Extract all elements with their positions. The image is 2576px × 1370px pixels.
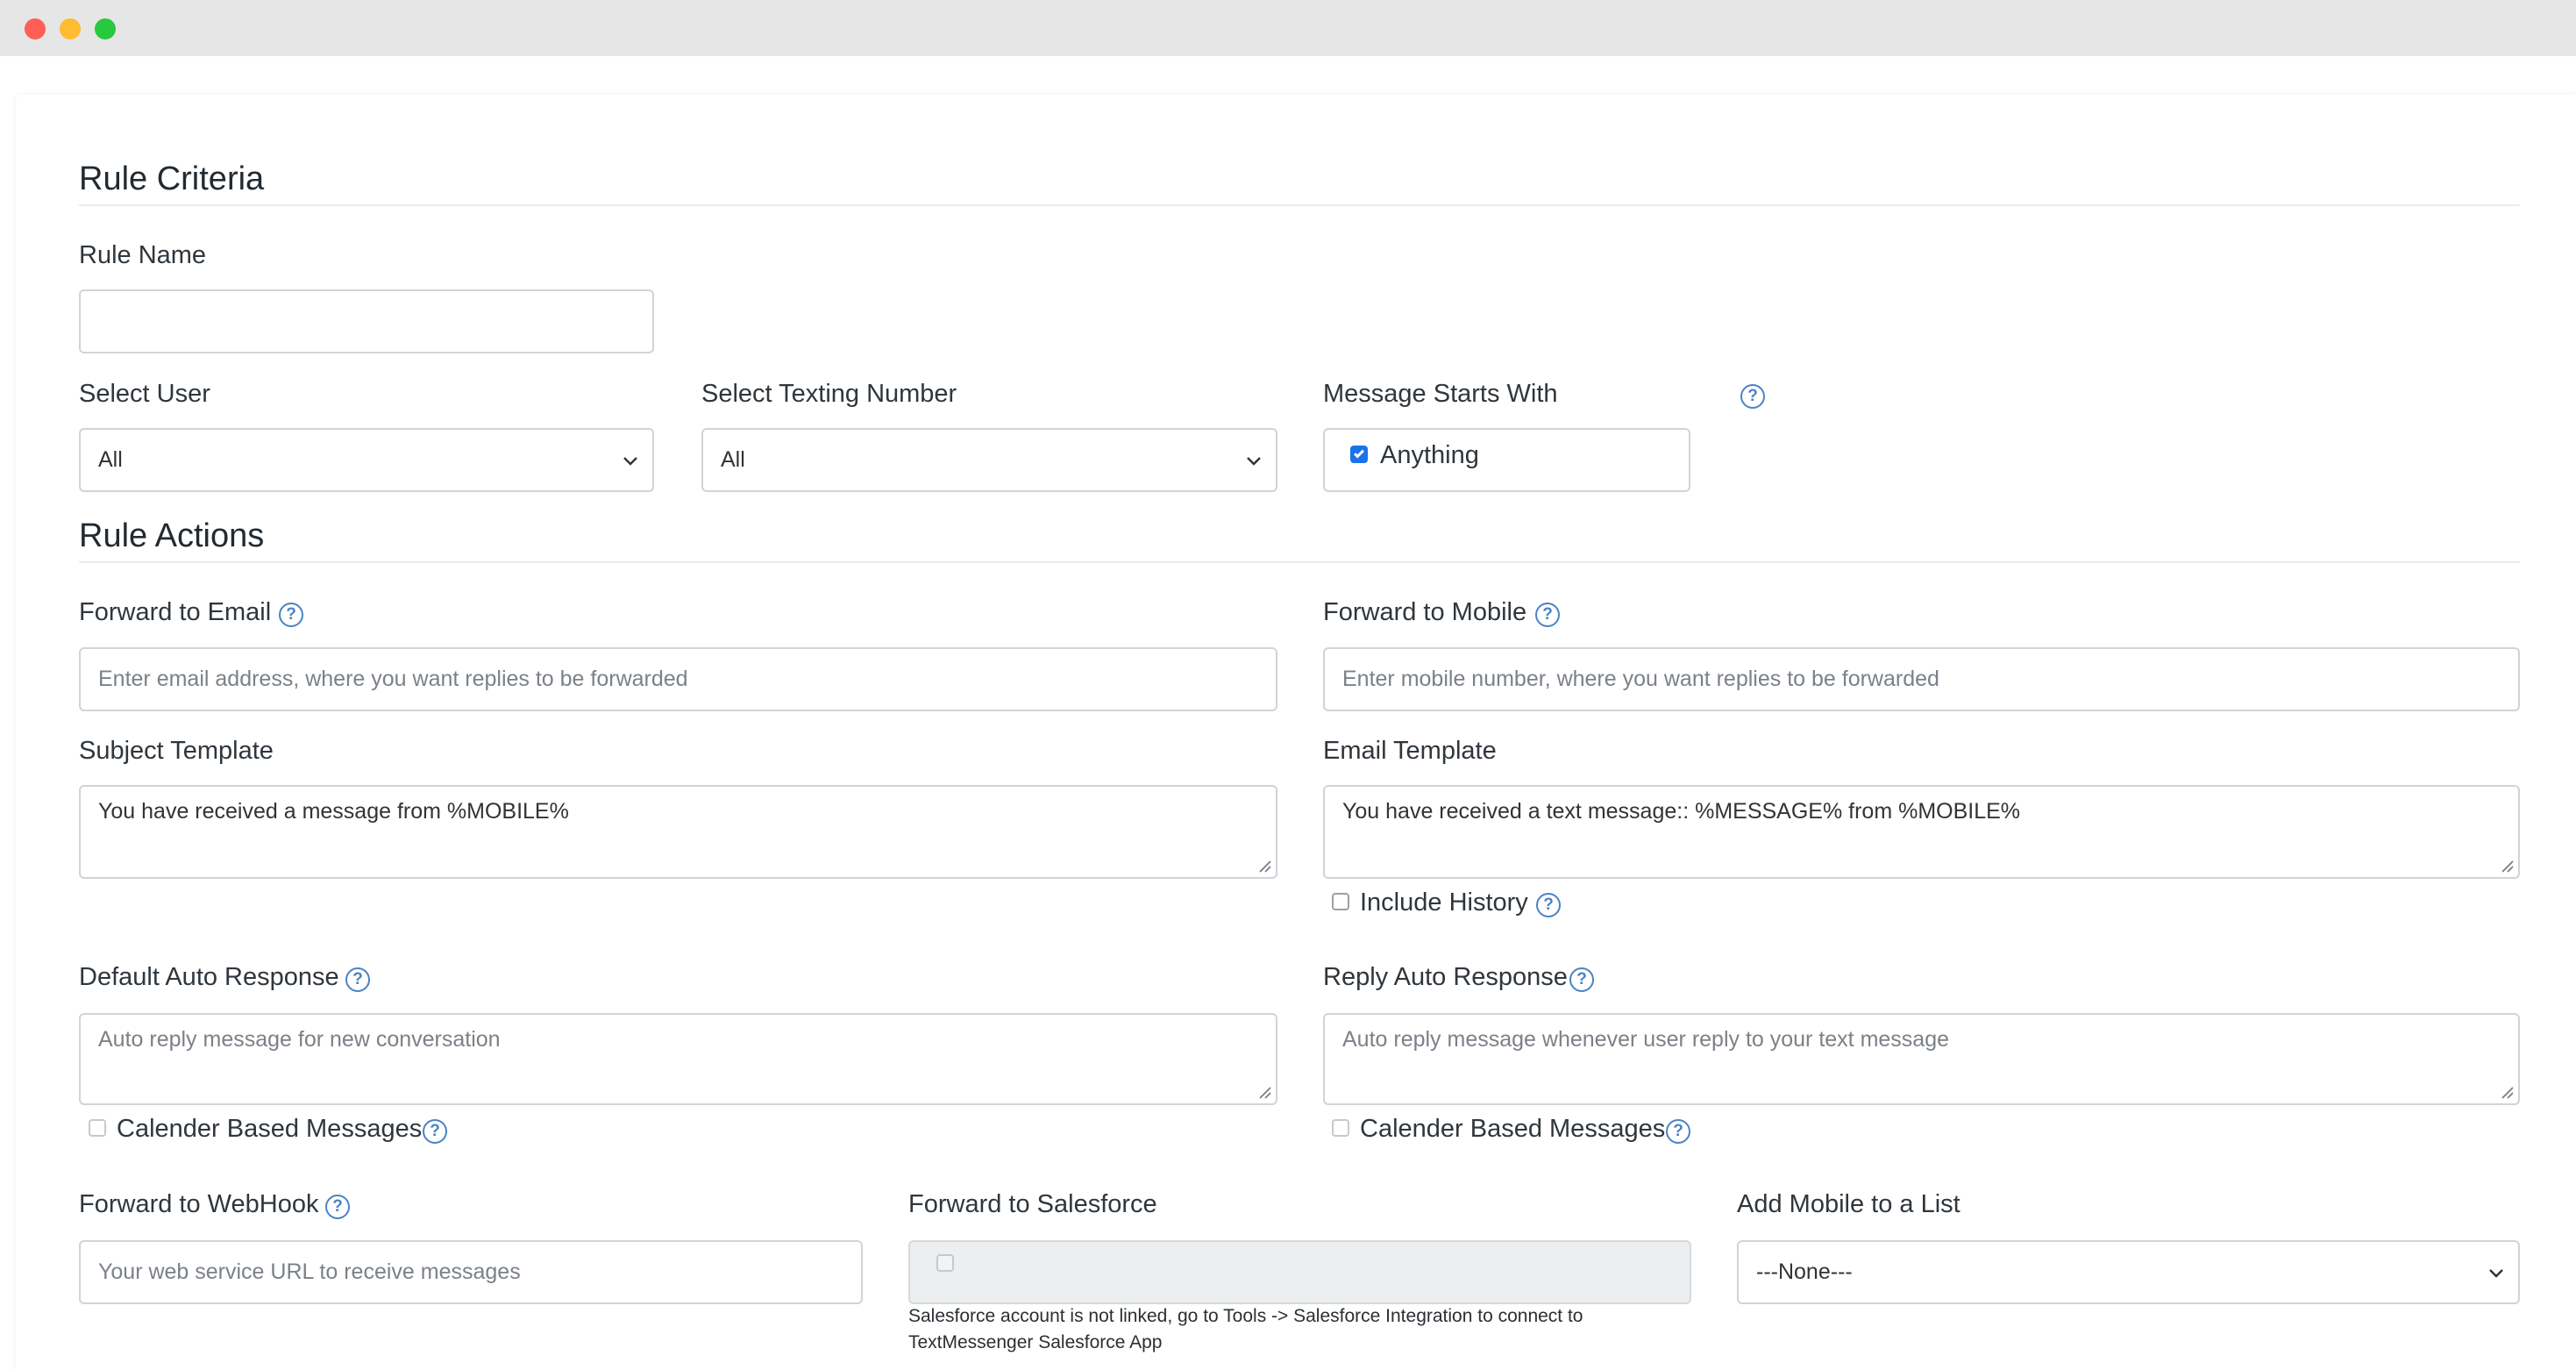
salesforce-note-line-1: Salesforce account is not linked, go to …	[908, 1306, 1583, 1326]
select-texting-number-dropdown[interactable]: All	[701, 428, 1277, 492]
include-history-help-icon[interactable]: ?	[1536, 893, 1561, 917]
default-auto-response-help-icon[interactable]: ?	[345, 967, 370, 992]
forward-to-mobile-label: Forward to Mobile	[1323, 598, 1527, 626]
anything-checkbox[interactable]	[1350, 446, 1368, 463]
rule-name-input[interactable]	[79, 289, 654, 353]
reply-calendar-help-icon[interactable]: ?	[1666, 1119, 1690, 1144]
rule-actions-title: Rule Actions	[79, 517, 265, 554]
default-auto-response-placeholder: Auto reply message for new conversation	[98, 1027, 501, 1052]
window-titlebar	[0, 0, 2576, 56]
rule-criteria-title: Rule Criteria	[79, 161, 265, 197]
subject-template-value: You have received a message from %MOBILE…	[98, 799, 569, 824]
resize-grip-icon[interactable]	[2499, 1084, 2515, 1100]
default-calendar-help-icon[interactable]: ?	[423, 1119, 447, 1144]
forward-to-mobile-help-icon[interactable]: ?	[1535, 603, 1560, 627]
reply-auto-response-placeholder: Auto reply message whenever user reply t…	[1342, 1027, 1950, 1052]
select-user-label: Select User	[79, 380, 210, 408]
rule-actions-divider	[79, 561, 2520, 563]
forward-to-email-input[interactable]: Enter email address, where you want repl…	[79, 647, 1277, 711]
default-calendar-label: Calender Based Messages	[117, 1115, 423, 1143]
chevron-down-icon	[1247, 456, 1261, 466]
email-template-value: You have received a text message:: %MESS…	[1342, 799, 2021, 824]
forward-to-webhook-input[interactable]: Your web service URL to receive messages	[79, 1240, 863, 1304]
resize-grip-icon[interactable]	[1256, 1084, 1272, 1100]
add-mobile-to-list-label: Add Mobile to a List	[1737, 1190, 1960, 1218]
salesforce-note-line-2: TextMessenger Salesforce App	[908, 1332, 1163, 1352]
subject-template-textarea[interactable]: You have received a message from %MOBILE…	[79, 785, 1277, 879]
add-mobile-to-list-dropdown[interactable]: ---None---	[1737, 1240, 2520, 1304]
message-starts-with-help-icon[interactable]: ?	[1740, 384, 1765, 409]
reply-calendar-label: Calender Based Messages	[1360, 1115, 1666, 1143]
message-starts-with-label: Message Starts With	[1323, 380, 1558, 408]
reply-auto-response-textarea[interactable]: Auto reply message whenever user reply t…	[1323, 1013, 2520, 1105]
select-user-dropdown[interactable]: All	[79, 428, 654, 492]
resize-grip-icon[interactable]	[2499, 858, 2515, 874]
forward-to-salesforce-checkbox	[936, 1254, 954, 1272]
subject-template-label: Subject Template	[79, 737, 274, 765]
anything-checkbox-label: Anything	[1380, 441, 1479, 469]
rule-form-card	[16, 95, 2576, 1370]
select-texting-number-value: All	[721, 447, 745, 472]
forward-to-webhook-label: Forward to WebHook	[79, 1190, 319, 1218]
default-auto-response-textarea[interactable]: Auto reply message for new conversation	[79, 1013, 1277, 1105]
window-zoom-button[interactable]	[95, 18, 116, 39]
forward-to-salesforce-box	[908, 1240, 1691, 1304]
forward-to-webhook-help-icon[interactable]: ?	[325, 1195, 350, 1219]
window-close-button[interactable]	[25, 18, 46, 39]
email-template-label: Email Template	[1323, 737, 1497, 765]
reply-auto-response-label: Reply Auto Response	[1323, 963, 1568, 991]
add-mobile-to-list-value: ---None---	[1756, 1259, 1853, 1284]
rule-name-label: Rule Name	[79, 241, 207, 269]
message-starts-with-box	[1323, 428, 1690, 492]
forward-to-email-label: Forward to Email	[79, 598, 272, 626]
forward-to-salesforce-label: Forward to Salesforce	[908, 1190, 1157, 1218]
select-texting-number-label: Select Texting Number	[701, 380, 957, 408]
reply-auto-response-help-icon[interactable]: ?	[1569, 967, 1594, 992]
default-calendar-checkbox[interactable]	[89, 1119, 106, 1137]
chevron-down-icon	[2489, 1268, 2503, 1278]
forward-to-email-help-icon[interactable]: ?	[279, 603, 303, 627]
include-history-checkbox[interactable]	[1332, 893, 1349, 910]
reply-calendar-checkbox[interactable]	[1332, 1119, 1349, 1137]
resize-grip-icon[interactable]	[1256, 858, 1272, 874]
chevron-down-icon	[623, 456, 637, 466]
forward-to-mobile-input[interactable]: Enter mobile number, where you want repl…	[1323, 647, 2520, 711]
default-auto-response-label: Default Auto Response	[79, 963, 339, 991]
select-user-value: All	[98, 447, 123, 472]
include-history-label: Include History	[1360, 888, 1528, 917]
window-minimize-button[interactable]	[60, 18, 81, 39]
rule-criteria-divider	[79, 204, 2520, 206]
email-template-textarea[interactable]: You have received a text message:: %MESS…	[1323, 785, 2520, 879]
salesforce-note: Salesforce account is not linked, go to …	[908, 1303, 1583, 1356]
